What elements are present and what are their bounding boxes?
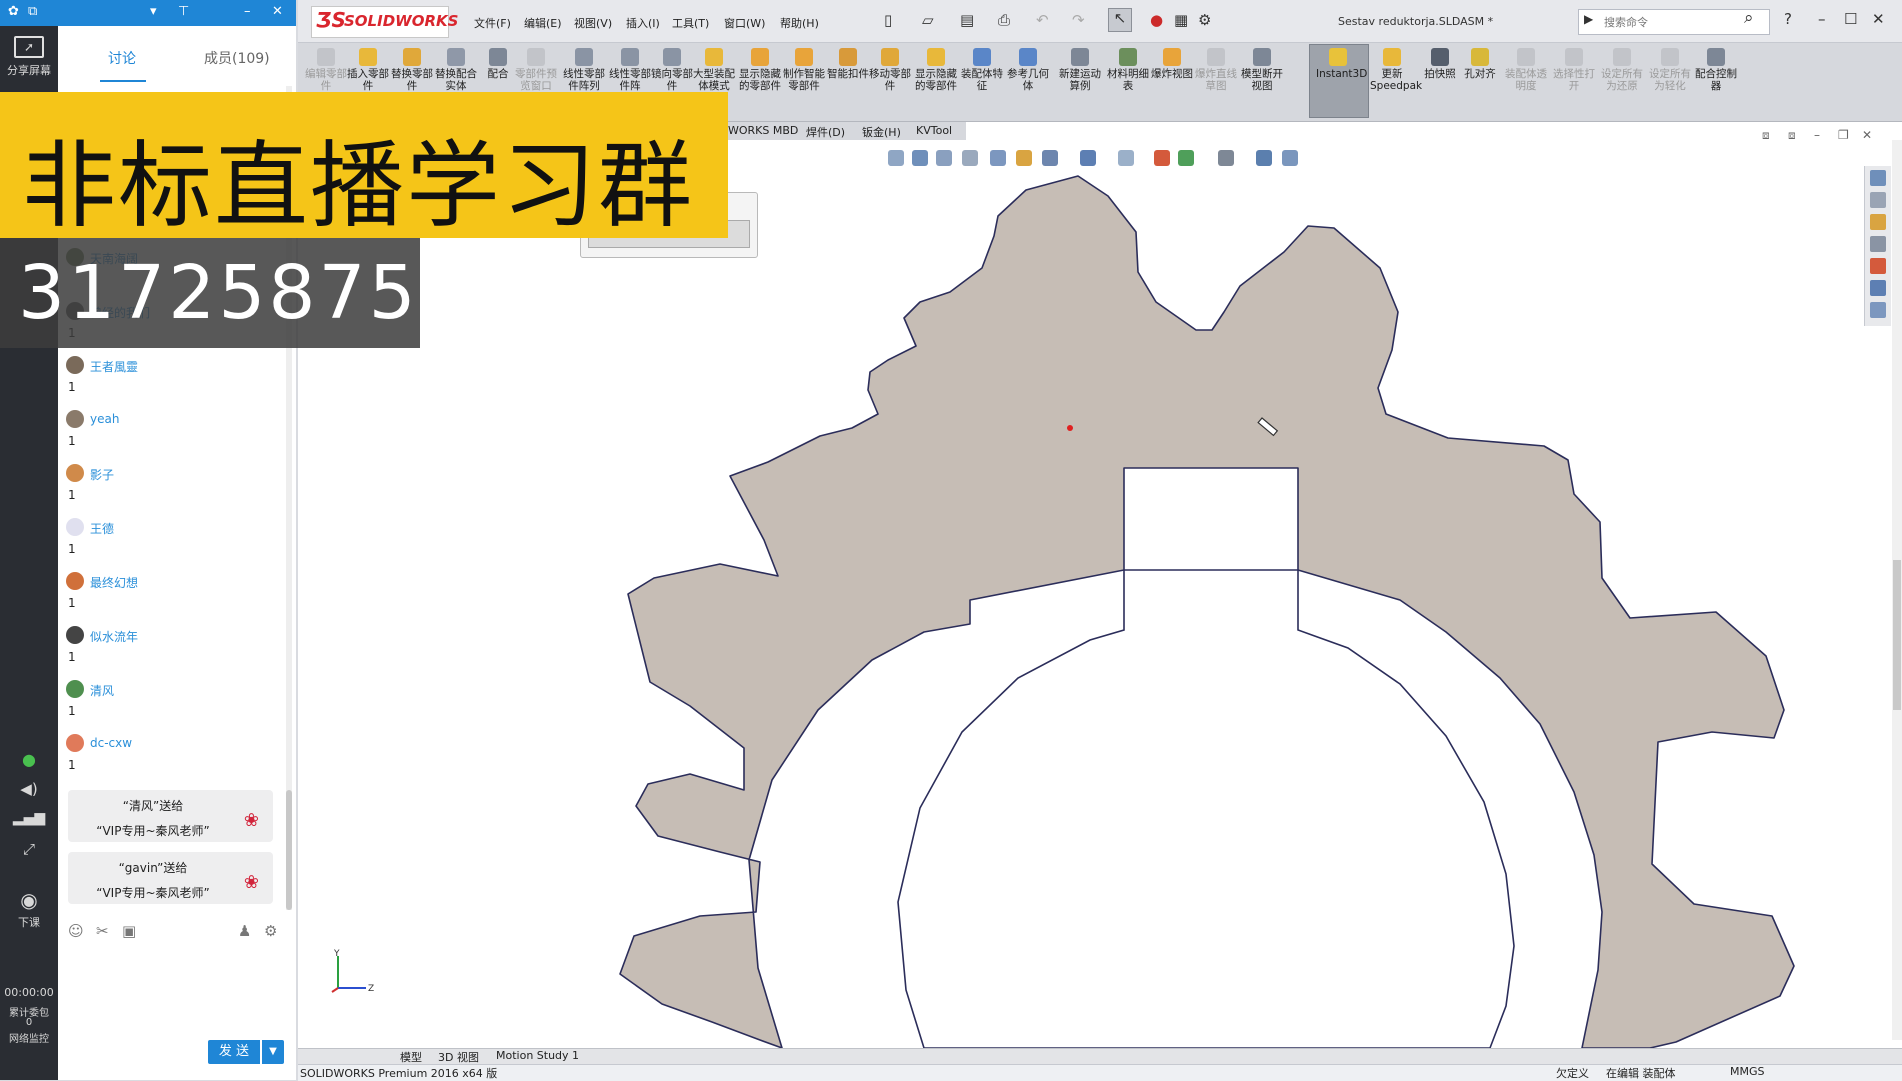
model-tab[interactable]: Motion Study 1: [496, 1049, 579, 1062]
status-editing: 在编辑 装配体: [1606, 1067, 1676, 1080]
status-version: SOLIDWORKS Premium 2016 x64 版: [300, 1067, 498, 1080]
promo-banner-title: 非标直播学习群: [22, 132, 695, 241]
status-definition: 欠定义: [1556, 1067, 1589, 1080]
triad-y-label: Y: [333, 949, 340, 959]
gear-inner-bore: [897, 569, 1515, 1049]
status-units[interactable]: MMGS: [1730, 1065, 1765, 1078]
model-tab[interactable]: 模型: [400, 1049, 422, 1065]
promo-group-number: 317258754: [18, 250, 469, 336]
triad-z-label: Z: [368, 984, 374, 994]
axis-triad: Y Z: [331, 949, 374, 994]
model-tab[interactable]: 3D 视图: [438, 1049, 479, 1065]
sketch-point[interactable]: [1067, 425, 1073, 431]
